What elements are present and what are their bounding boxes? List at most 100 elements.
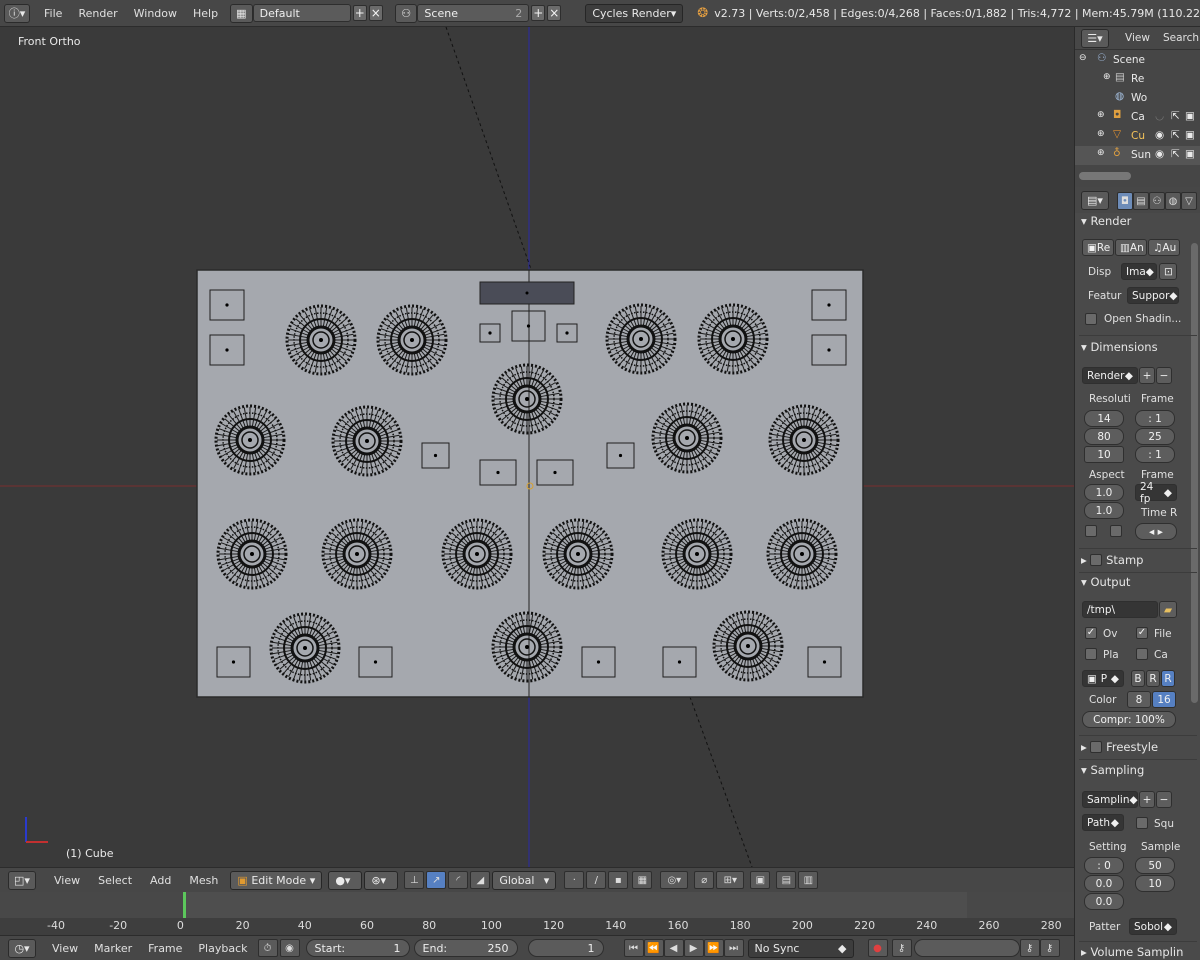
- delete-keyframe-icon[interactable]: ⚷: [1039, 939, 1060, 957]
- add-sampling-preset-button[interactable]: +: [1139, 791, 1155, 808]
- editor-type-outliner-icon[interactable]: ☰▾: [1081, 29, 1109, 48]
- vertex-select-icon[interactable]: ·: [564, 871, 585, 889]
- play-icon[interactable]: ▶: [683, 939, 704, 957]
- scene-field[interactable]: Scene 2: [417, 4, 530, 22]
- resolution-x-field[interactable]: 14: [1084, 410, 1124, 427]
- menu-frame[interactable]: Frame: [140, 942, 190, 955]
- jump-keyframe-forward-icon[interactable]: ⏩: [703, 939, 724, 957]
- screen-layout-field[interactable]: Default: [252, 4, 351, 22]
- proportional-edit-icon[interactable]: ◎▾: [660, 871, 689, 889]
- render-audio-button[interactable]: ♫ Au: [1148, 239, 1180, 256]
- seed-field[interactable]: : 0: [1084, 857, 1124, 874]
- current-frame-field[interactable]: 1: [527, 939, 604, 957]
- scene-tab-icon[interactable]: ⚇: [1149, 192, 1165, 210]
- menu-window[interactable]: Window: [126, 7, 185, 20]
- file-format-dropdown[interactable]: ▣ P ◆: [1082, 670, 1124, 687]
- render-still-button[interactable]: ▣ Re: [1082, 239, 1114, 256]
- remove-sampling-preset-button[interactable]: −: [1156, 791, 1172, 808]
- remove-layout-button[interactable]: ×: [368, 5, 383, 21]
- viewport-canvas[interactable]: [0, 27, 1074, 867]
- 3d-viewport[interactable]: Front Ortho (1) Cube: [0, 27, 1074, 867]
- output-path-field[interactable]: /tmp\: [1082, 601, 1158, 618]
- lock-interface-icon[interactable]: ⊡: [1159, 263, 1177, 280]
- editor-type-3dview-icon[interactable]: ◰▾: [8, 870, 36, 890]
- feature-set-dropdown[interactable]: Suppor ◆: [1127, 287, 1179, 304]
- file-extensions-checkbox[interactable]: ✓: [1136, 627, 1148, 639]
- expand-icon[interactable]: ⊕: [1103, 72, 1111, 82]
- volume-sampling-panel-header[interactable]: ▸ Volume Samplin: [1081, 945, 1183, 959]
- menu-render[interactable]: Render: [70, 7, 125, 20]
- outliner-row-scene[interactable]: ⊖ ⚇ Scene: [1075, 51, 1200, 70]
- snap-toggle-icon[interactable]: ⌀: [694, 871, 715, 889]
- crop-checkbox[interactable]: [1110, 525, 1122, 537]
- menu-add[interactable]: Add: [142, 874, 179, 887]
- frame-start-field[interactable]: : 1: [1135, 410, 1175, 427]
- time-remap-field[interactable]: ◂ ▸: [1135, 523, 1177, 540]
- dimensions-panel-header[interactable]: ▾ Dimensions: [1081, 340, 1158, 354]
- frame-step-field[interactable]: : 1: [1135, 446, 1175, 463]
- mode-dropdown[interactable]: ▣ Edit Mode ▾: [230, 870, 323, 890]
- color-bw-button[interactable]: B: [1131, 670, 1145, 687]
- pivot-point-dropdown[interactable]: ⊛▾: [364, 870, 399, 890]
- opengl-render-image-icon[interactable]: ▤: [776, 871, 797, 889]
- render-engine-dropdown[interactable]: Cycles Render ▾: [585, 3, 684, 23]
- expand-icon[interactable]: ⊕: [1097, 110, 1105, 120]
- render-toggle-icon[interactable]: ▣: [1185, 110, 1195, 122]
- outliner-row-camera[interactable]: ⊕ ◘ Ca ◡ ⇱ ▣: [1075, 108, 1200, 127]
- integrator-dropdown[interactable]: Path ◆: [1082, 814, 1124, 831]
- open-shading-checkbox[interactable]: [1085, 313, 1097, 325]
- outliner-row-world[interactable]: ◍ Wo: [1075, 89, 1200, 108]
- cache-result-checkbox[interactable]: [1136, 648, 1148, 660]
- outliner-row-sun[interactable]: ⊕ ♁ Sun ◉ ⇱ ▣: [1075, 146, 1200, 165]
- record-keyframe-icon[interactable]: ●: [867, 939, 888, 957]
- play-reverse-icon[interactable]: ◀: [663, 939, 684, 957]
- visibility-icon[interactable]: ◉: [1155, 148, 1164, 160]
- compression-slider[interactable]: Compr: 100%: [1082, 711, 1176, 728]
- menu-playback[interactable]: Playback: [190, 942, 255, 955]
- editor-type-properties-icon[interactable]: ▤▾: [1081, 191, 1109, 210]
- menu-view[interactable]: View: [46, 874, 88, 887]
- overwrite-checkbox[interactable]: ✓: [1085, 627, 1097, 639]
- sampling-preset-dropdown[interactable]: Samplin ◆: [1082, 791, 1138, 808]
- add-layout-button[interactable]: +: [352, 5, 367, 21]
- scene-icon[interactable]: ⚇: [394, 3, 418, 23]
- sampling-panel-header[interactable]: ▾ Sampling: [1081, 763, 1144, 777]
- preview-range-icon[interactable]: ⏱: [257, 939, 278, 957]
- outliner-row-cube[interactable]: ⊕ ▽ Cu ◉ ⇱ ▣: [1075, 127, 1200, 146]
- expand-icon[interactable]: ⊕: [1097, 129, 1105, 139]
- expand-icon[interactable]: ⊕: [1097, 148, 1105, 158]
- select-cursor-icon[interactable]: ⇱: [1171, 148, 1180, 160]
- outliner-row-renderlayers[interactable]: ⊕ ▤ Re: [1075, 70, 1200, 89]
- freestyle-checkbox[interactable]: [1090, 740, 1103, 753]
- display-dropdown[interactable]: Ima ◆: [1121, 263, 1157, 280]
- jump-end-icon[interactable]: ⏭: [723, 939, 744, 957]
- add-scene-button[interactable]: +: [531, 5, 546, 21]
- render-toggle-icon[interactable]: ▣: [1185, 148, 1195, 160]
- manipulator-toggle-icon[interactable]: ⊥: [404, 871, 425, 889]
- keying-set-field[interactable]: [913, 939, 1020, 957]
- face-select-icon[interactable]: ▪: [608, 871, 629, 889]
- render-animation-button[interactable]: ▥ An: [1115, 239, 1147, 256]
- color-depth-8-button[interactable]: 8: [1127, 691, 1151, 708]
- lock-icon[interactable]: ◉: [279, 939, 300, 957]
- opengl-render-animation-icon[interactable]: ▥: [798, 871, 819, 889]
- output-panel-header[interactable]: ▾ Output: [1081, 575, 1130, 589]
- border-checkbox[interactable]: [1085, 525, 1097, 537]
- render-toggle-icon[interactable]: ▣: [1185, 129, 1195, 141]
- collapse-icon[interactable]: ⊖: [1079, 53, 1087, 63]
- start-frame-field[interactable]: Start: 1: [305, 939, 410, 957]
- add-preset-button[interactable]: +: [1139, 367, 1155, 384]
- menu-select[interactable]: Select: [90, 874, 140, 887]
- edge-select-icon[interactable]: /: [586, 871, 607, 889]
- stamp-panel-header[interactable]: ▸ Stamp: [1081, 553, 1143, 567]
- select-cursor-icon[interactable]: ⇱: [1171, 110, 1180, 122]
- aspect-y-field[interactable]: 1.0: [1084, 502, 1124, 519]
- freestyle-panel-header[interactable]: ▸ Freestyle: [1081, 740, 1158, 754]
- outliner-horizontal-scrollbar[interactable]: [1079, 172, 1131, 180]
- timeline-area[interactable]: -40 -20 0 20 40 60 80 100 120 140 160 180 200 220 240 2…: [0, 892, 1074, 935]
- color-depth-16-button[interactable]: 16: [1152, 691, 1176, 708]
- resolution-percent-field[interactable]: 10: [1084, 446, 1124, 463]
- outliner-search-menu[interactable]: Search: [1163, 32, 1199, 44]
- aspect-x-field[interactable]: 1.0: [1084, 484, 1124, 501]
- outliner-view-menu[interactable]: View: [1125, 32, 1150, 44]
